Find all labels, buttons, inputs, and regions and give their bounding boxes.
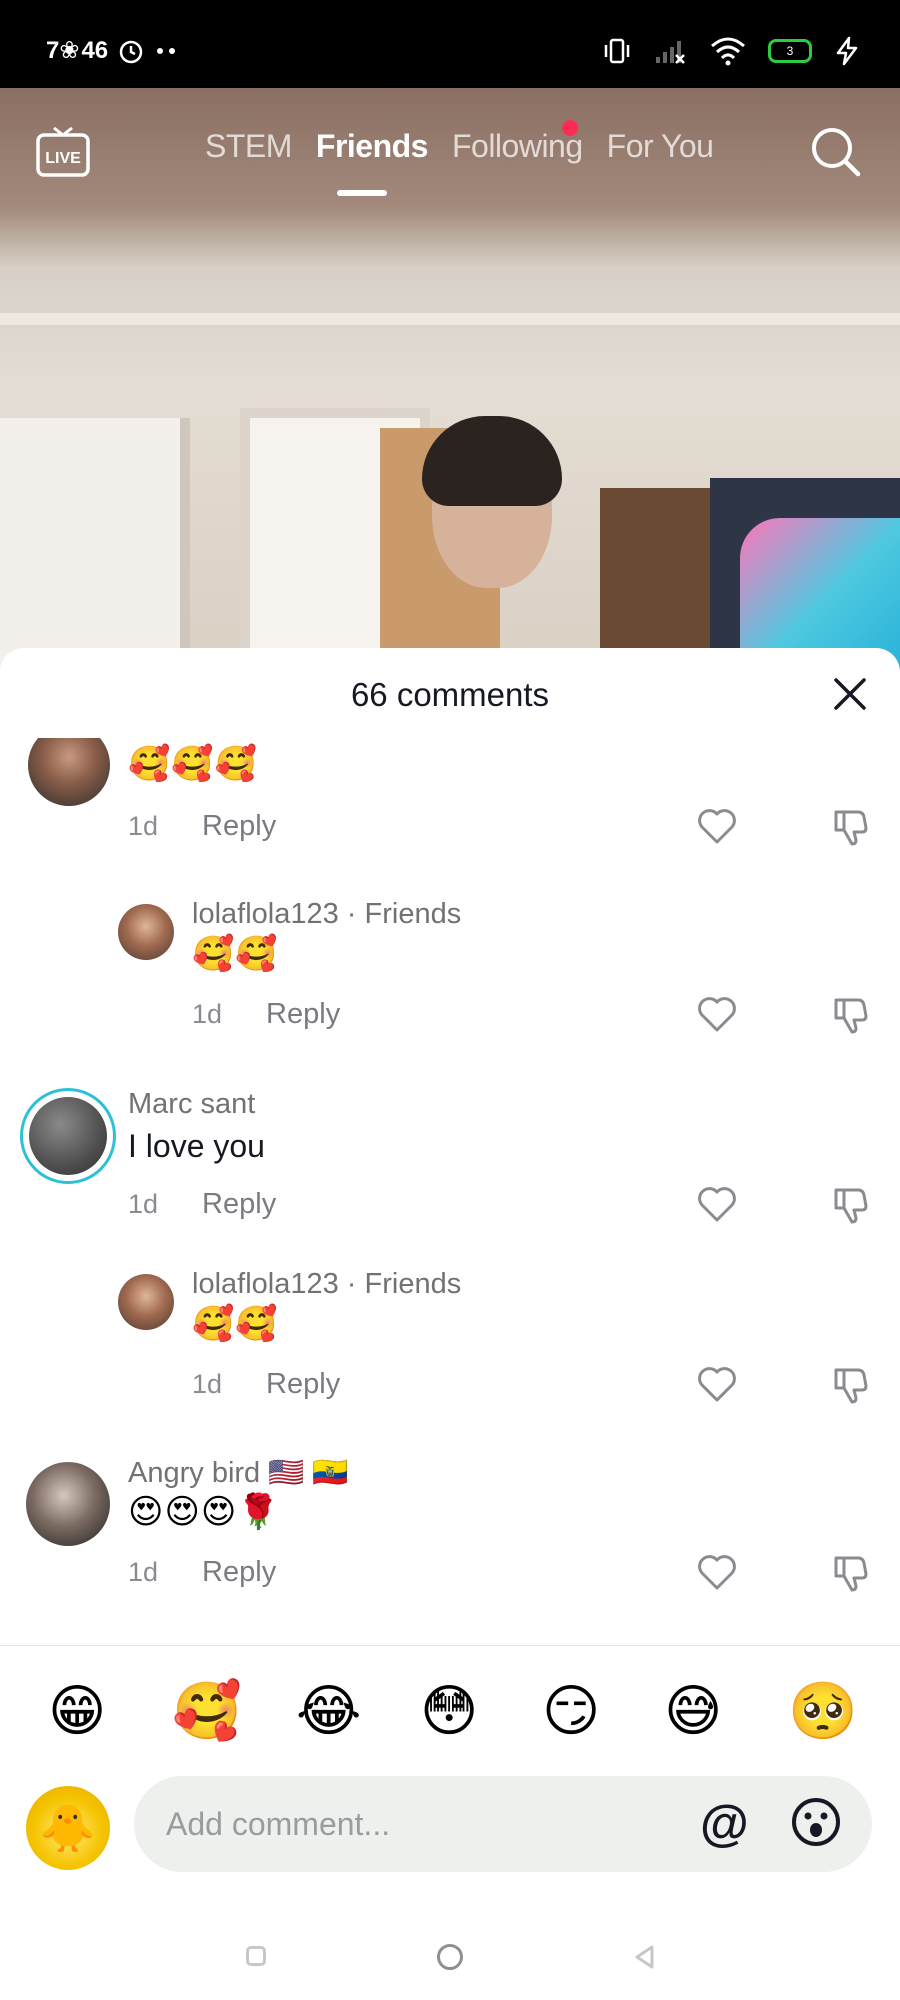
comment-username[interactable]: Marc sant [128, 1088, 255, 1121]
recent-apps-icon[interactable] [246, 1946, 266, 1966]
reply-button[interactable]: Reply [202, 810, 276, 842]
avatar-image [29, 1097, 107, 1175]
comment-meta: 1d Reply [128, 810, 276, 843]
quick-emoji-laugh[interactable]: 😂 [296, 1678, 361, 1744]
comment-time: 1d [192, 1369, 223, 1399]
comment-list[interactable]: 🥰🥰🥰 1d Reply lolaflola123 · Friends 🥰🥰 1d… [0, 738, 900, 1638]
comments-count-title: 66 comments [350, 676, 550, 713]
status-bar: 7❀ 46 3 [0, 0, 900, 88]
comment-time: 1d [128, 811, 159, 841]
heart-icon[interactable] [696, 1184, 738, 1224]
more-dots-icon [157, 47, 176, 54]
live-label: LIVE [45, 150, 81, 167]
wifi-icon [711, 37, 745, 66]
charging-icon [836, 36, 858, 66]
avatar[interactable] [118, 1274, 174, 1330]
comment-time: 1d [128, 1557, 159, 1587]
my-avatar[interactable]: 🐥 [26, 1786, 110, 1870]
heart-icon[interactable] [696, 806, 738, 846]
comment-username[interactable]: Angry bird 🇺🇸 🇪🇨 [128, 1456, 349, 1490]
dislike-icon[interactable] [830, 1364, 872, 1406]
add-comment-input[interactable] [134, 1776, 872, 1872]
video-scene-trim [0, 313, 900, 325]
comment-meta: 1d Reply [192, 1368, 340, 1401]
avatar[interactable] [118, 904, 174, 960]
comment-text: 😍😍😍🌹 [128, 1493, 281, 1531]
live-icon[interactable]: LIVE [34, 122, 92, 180]
battery-level: 3 [786, 44, 794, 58]
comment-time: 1d [192, 999, 223, 1029]
feed-tabs: STEM Friends Following For You [205, 128, 714, 165]
search-icon[interactable] [808, 124, 864, 180]
vibrate-icon [604, 38, 630, 64]
tab-stem[interactable]: STEM [205, 128, 292, 165]
comment-username[interactable]: lolaflola123 · Friends [192, 1268, 461, 1301]
tab-following[interactable]: Following [452, 128, 583, 165]
dislike-icon[interactable] [830, 806, 872, 848]
back-icon[interactable] [632, 1944, 658, 1970]
quick-emoji-flushed[interactable]: 😳 [420, 1678, 478, 1744]
heart-icon[interactable] [696, 1552, 738, 1592]
comment-meta: 1d Reply [192, 998, 340, 1031]
reply-button[interactable]: Reply [266, 1368, 340, 1400]
close-icon[interactable] [832, 676, 868, 712]
comment-text: 🥰🥰 [192, 935, 279, 973]
comment-text: I love you [128, 1128, 265, 1164]
heart-icon[interactable] [696, 1364, 738, 1404]
home-icon[interactable] [437, 1944, 463, 1970]
alarm-icon [119, 40, 143, 63]
avatar[interactable] [20, 1088, 116, 1184]
comment-meta: 1d Reply [128, 1556, 276, 1589]
dislike-icon[interactable] [830, 1184, 872, 1226]
reply-button[interactable]: Reply [202, 1188, 276, 1220]
tab-for-you[interactable]: For You [607, 128, 714, 165]
comment-text: 🥰🥰 [192, 1305, 279, 1343]
following-notification-dot [562, 120, 578, 136]
avatar[interactable] [26, 1462, 110, 1546]
dislike-icon[interactable] [830, 994, 872, 1036]
quick-emoji-pleading[interactable]: 🥺 [788, 1678, 858, 1744]
avatar[interactable] [28, 738, 110, 806]
signal-icon [656, 41, 685, 64]
comment-text: 🥰🥰🥰 [128, 745, 259, 783]
status-left: 7❀ 46 [46, 36, 180, 65]
active-tab-indicator [337, 190, 387, 196]
quick-emoji-smirk[interactable]: 😏 [542, 1678, 600, 1744]
tab-friends[interactable]: Friends [316, 128, 429, 165]
dislike-icon[interactable] [830, 1552, 872, 1594]
quick-emoji-sweat-smile[interactable]: 😅 [664, 1678, 722, 1744]
system-nav-bar [0, 1900, 900, 2000]
quick-emoji-grin[interactable]: 😁 [48, 1678, 106, 1744]
comment-time: 1d [128, 1189, 159, 1219]
heart-icon[interactable] [696, 994, 738, 1034]
comment-username[interactable]: lolaflola123 · Friends [192, 898, 461, 931]
quick-emoji-hearts[interactable]: 🥰 [172, 1678, 242, 1744]
status-time: 7❀ 46 [46, 37, 109, 64]
comment-meta: 1d Reply [128, 1188, 276, 1221]
emoji-picker-icon[interactable] [790, 1796, 842, 1848]
mention-icon[interactable]: @ [700, 1794, 749, 1852]
reply-button[interactable]: Reply [266, 998, 340, 1030]
status-right: 3 [602, 36, 860, 66]
reply-button[interactable]: Reply [202, 1556, 276, 1588]
battery-icon: 3 [768, 39, 812, 63]
quick-emoji-bar: 😁 🥰 😂 😳 😏 😅 🥺 [0, 1645, 900, 1755]
avatar-emoji: 🐥 [39, 1801, 97, 1854]
